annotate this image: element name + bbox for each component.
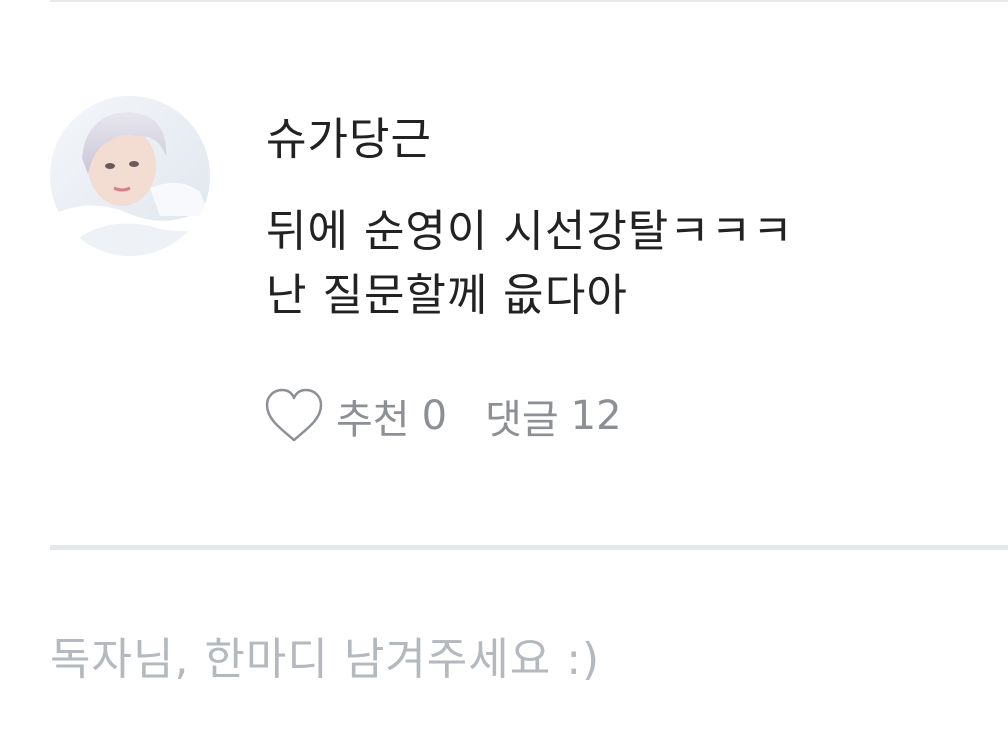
comment-text: 뒤에 순영이 시선강탈ㅋㅋㅋ 난 질문할께 읎다아 [266,200,966,328]
comment-author[interactable]: 슈가당근 [266,112,432,168]
reply-count: 12 [570,393,622,439]
like-label: 추천 [336,397,410,443]
section-divider [50,545,1008,550]
comment-actions: 추천 0 댓글 12 [264,384,622,448]
reply-button[interactable]: 댓글 12 [485,387,622,445]
comment-page: 슈가당근 뒤에 순영이 시선강탈ㅋㅋㅋ 난 질문할께 읎다아 추천 0 댓글 1… [0,0,1008,756]
reply-label: 댓글 [485,397,559,443]
comment-input[interactable] [50,620,990,700]
avatar-image [50,96,210,256]
avatar[interactable] [50,96,210,256]
like-button[interactable]: 추천 0 [264,387,447,445]
comment-text-line: 뒤에 순영이 시선강탈ㅋㅋㅋ [266,206,794,257]
heart-outline-icon [265,388,323,442]
comment-text-line: 난 질문할께 읎다아 [266,270,628,321]
comment-item: 슈가당근 뒤에 순영이 시선강탈ㅋㅋㅋ 난 질문할께 읎다아 추천 0 댓글 1… [0,0,1008,545]
like-count: 0 [421,393,448,439]
